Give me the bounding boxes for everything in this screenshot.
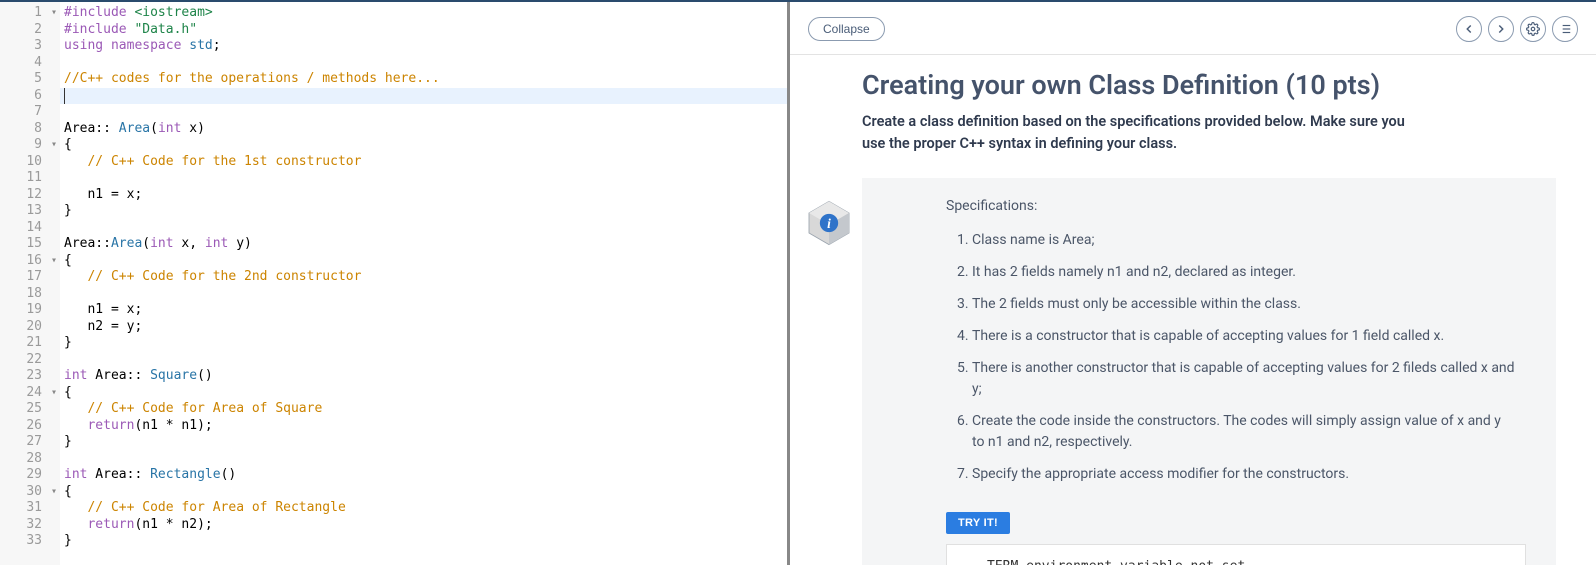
code-line[interactable]: return(n1 * n2); xyxy=(60,517,787,534)
code-line[interactable] xyxy=(60,55,787,72)
code-line[interactable]: Area:: Area(int x) xyxy=(60,121,787,138)
code-line[interactable]: // C++ Code for Area of Rectangle xyxy=(60,500,787,517)
code-line[interactable]: n1 = x; xyxy=(60,302,787,319)
line-number: 7 xyxy=(0,104,60,121)
line-number: 20 xyxy=(0,319,60,336)
code-line[interactable]: n1 = x; xyxy=(60,187,787,204)
line-number: 11 xyxy=(0,170,60,187)
line-number: 1 xyxy=(0,5,60,22)
line-number: 21 xyxy=(0,335,60,352)
code-line[interactable]: int Area:: Rectangle() xyxy=(60,467,787,484)
spec-item: There is a constructor that is capable o… xyxy=(972,326,1526,347)
line-number: 10 xyxy=(0,154,60,171)
prev-button[interactable] xyxy=(1456,16,1482,42)
line-number: 18 xyxy=(0,286,60,303)
line-number: 29 xyxy=(0,467,60,484)
next-button[interactable] xyxy=(1488,16,1514,42)
spec-heading: Specifications: xyxy=(946,198,1526,214)
code-line[interactable]: //C++ codes for the operations / methods… xyxy=(60,71,787,88)
line-number: 8 xyxy=(0,121,60,138)
code-line[interactable]: n2 = y; xyxy=(60,319,787,336)
collapse-button[interactable]: Collapse xyxy=(808,17,885,41)
code-line[interactable] xyxy=(60,220,787,237)
page-subtitle: Create a class definition based on the s… xyxy=(862,111,1422,156)
try-it-button[interactable]: TRY IT! xyxy=(946,512,1010,534)
instruction-panel[interactable]: Collapse Creating your own Class Definit… xyxy=(790,2,1596,565)
line-number: 22 xyxy=(0,352,60,369)
spec-list: Class name is Area; It has 2 fields namel… xyxy=(972,230,1526,485)
line-number: 32 xyxy=(0,517,60,534)
settings-button[interactable] xyxy=(1520,16,1546,42)
line-number: 16 xyxy=(0,253,60,270)
line-number: 31 xyxy=(0,500,60,517)
code-line[interactable]: // C++ Code for the 1st constructor xyxy=(60,154,787,171)
line-number: 6 xyxy=(0,88,60,105)
line-number: 25 xyxy=(0,401,60,418)
code-line[interactable]: { xyxy=(60,484,787,501)
instruction-body: Creating your own Class Definition (10 p… xyxy=(790,55,1596,565)
code-line[interactable]: } xyxy=(60,533,787,550)
line-number: 2 xyxy=(0,22,60,39)
code-line[interactable] xyxy=(60,352,787,369)
line-number: 26 xyxy=(0,418,60,435)
code-line[interactable]: #include <iostream> xyxy=(60,5,787,22)
code-line[interactable]: { xyxy=(60,385,787,402)
line-number: 19 xyxy=(0,302,60,319)
code-line[interactable]: return(n1 * n1); xyxy=(60,418,787,435)
line-number: 15 xyxy=(0,236,60,253)
code-line[interactable]: // C++ Code for the 2nd constructor xyxy=(60,269,787,286)
code-line[interactable] xyxy=(60,451,787,468)
spec-item: It has 2 fields namely n1 and n2, declar… xyxy=(972,262,1526,283)
code-line[interactable] xyxy=(60,286,787,303)
line-number: 12 xyxy=(0,187,60,204)
gutter: 1234567891011121314151617181920212223242… xyxy=(0,2,60,565)
code-line[interactable] xyxy=(60,170,787,187)
code-line[interactable]: { xyxy=(60,253,787,270)
line-number: 33 xyxy=(0,533,60,550)
code-line[interactable]: int Area:: Square() xyxy=(60,368,787,385)
line-number: 13 xyxy=(0,203,60,220)
spec-item: Create the code inside the constructors.… xyxy=(972,411,1526,453)
code-area[interactable]: #include <iostream>#include "Data.h"usin… xyxy=(60,2,787,565)
code-line[interactable]: } xyxy=(60,335,787,352)
line-number: 4 xyxy=(0,55,60,72)
line-number: 17 xyxy=(0,269,60,286)
instruction-header: Collapse xyxy=(790,2,1596,55)
line-number: 30 xyxy=(0,484,60,501)
svg-text:i: i xyxy=(827,216,831,231)
code-editor[interactable]: 1234567891011121314151617181920212223242… xyxy=(0,2,790,565)
line-number: 9 xyxy=(0,137,60,154)
line-number: 28 xyxy=(0,451,60,468)
line-number: 24 xyxy=(0,385,60,402)
spec-item: Class name is Area; xyxy=(972,230,1526,251)
line-number: 5 xyxy=(0,71,60,88)
header-controls xyxy=(1456,16,1578,42)
code-line[interactable]: Area::Area(int x, int y) xyxy=(60,236,787,253)
code-line[interactable]: { xyxy=(60,137,787,154)
code-line[interactable]: // C++ Code for Area of Square xyxy=(60,401,787,418)
line-number: 27 xyxy=(0,434,60,451)
spec-item: Specify the appropriate access modifier … xyxy=(972,464,1526,485)
page-title: Creating your own Class Definition (10 p… xyxy=(862,69,1556,101)
list-button[interactable] xyxy=(1552,16,1578,42)
code-line[interactable] xyxy=(60,104,787,121)
code-line[interactable] xyxy=(60,88,787,105)
spec-item: There is another constructor that is cap… xyxy=(972,358,1526,400)
code-line[interactable]: using namespace std; xyxy=(60,38,787,55)
info-icon: i xyxy=(804,198,854,248)
spec-box: i Specifications: Class name is Area;It … xyxy=(862,178,1556,565)
line-number: 23 xyxy=(0,368,60,385)
spec-item: The 2 fields must only be accessible wit… xyxy=(972,294,1526,315)
code-line[interactable]: #include "Data.h" xyxy=(60,22,787,39)
line-number: 14 xyxy=(0,220,60,237)
cursor xyxy=(64,88,65,104)
code-line[interactable]: } xyxy=(60,434,787,451)
line-number: 3 xyxy=(0,38,60,55)
code-line[interactable]: } xyxy=(60,203,787,220)
terminal-output: TERM environment variable not set. xyxy=(946,544,1526,565)
